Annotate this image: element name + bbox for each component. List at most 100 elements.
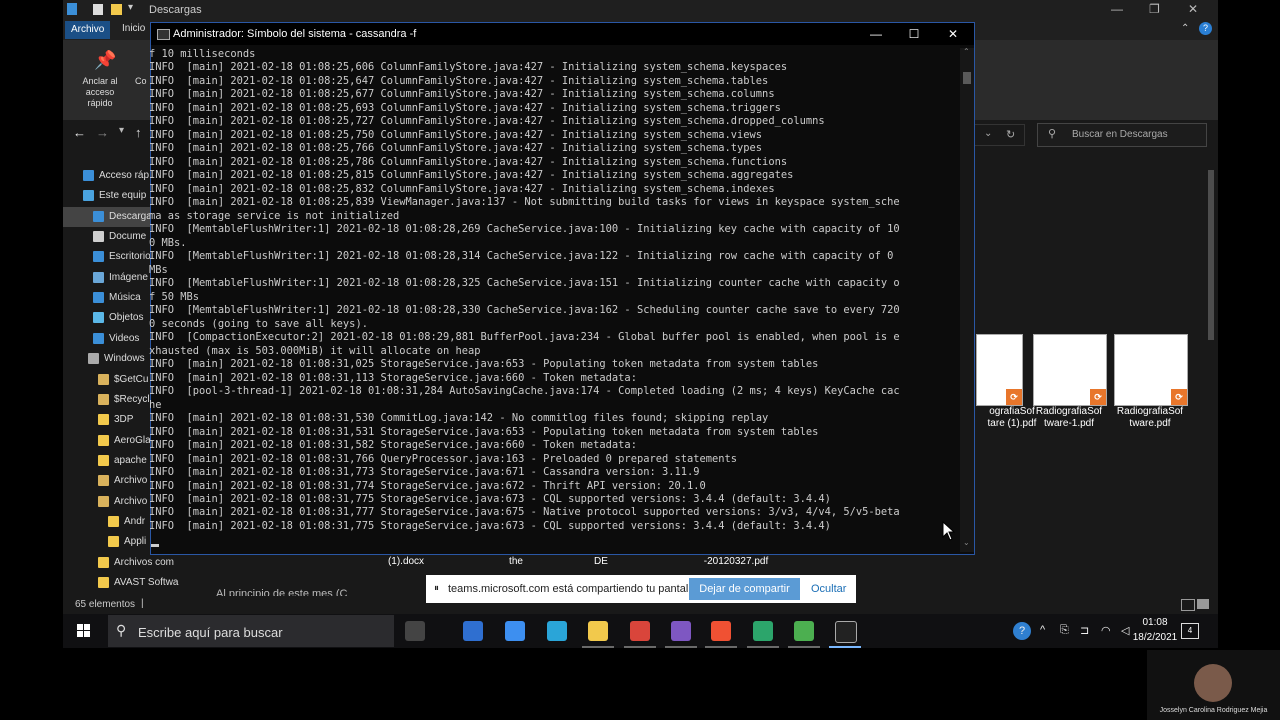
search-icon: ⚲: [116, 622, 127, 638]
pin-label-1: Anclar al: [82, 76, 118, 86]
pdf-thumbnail[interactable]: ⟳: [1033, 334, 1107, 406]
new-folder-icon[interactable]: [111, 4, 122, 15]
copy-partial-label[interactable]: Co: [135, 76, 147, 86]
cmd-title: Administrador: Símbolo del sistema - cas…: [173, 28, 417, 40]
large-icons-view-icon[interactable]: [1197, 599, 1209, 609]
cmd-console[interactable]: f 10 milliseconds INFO [main] 2021-02-18…: [149, 48, 961, 552]
cmd-scrollbar[interactable]: ⌃ ⌄: [960, 47, 974, 552]
tab-archivo[interactable]: Archivo: [65, 21, 111, 39]
properties-icon[interactable]: [93, 4, 103, 15]
cmd-minimize-button[interactable]: —: [857, 24, 895, 44]
scroll-down-icon[interactable]: ⌄: [963, 538, 970, 547]
sidebar-item-label: apache: [114, 454, 147, 466]
forward-icon[interactable]: →: [96, 125, 109, 140]
file-name[interactable]: RadiografiaSof tware.pdf: [1110, 406, 1190, 430]
sidebar-item-label: AeroGla: [114, 434, 151, 446]
sidebar-item-label: Docume: [109, 231, 147, 243]
content-scrollbar[interactable]: [1206, 160, 1218, 590]
music-icon: [93, 292, 104, 304]
folder-icon: [98, 577, 109, 588]
pin-quick-access-button[interactable]: Anclar al acceso rápido: [73, 76, 127, 109]
drive-icon: [88, 353, 99, 365]
pdf-thumbnail[interactable]: ⟳: [1114, 334, 1188, 406]
git-icon[interactable]: [711, 621, 731, 641]
cmd-icon[interactable]: [835, 621, 857, 643]
help-tray-icon[interactable]: ?: [1013, 622, 1031, 640]
dropbox-icon[interactable]: [505, 621, 525, 641]
participant-name: Josselyn Carolina Rodriguez Mejia: [1159, 707, 1268, 714]
notification-count: 4: [1187, 626, 1193, 635]
edge-icon[interactable]: [547, 621, 567, 641]
search-box[interactable]: ⚲ Buscar en Descargas: [1037, 123, 1207, 147]
explorer-close-button[interactable]: ✕: [1188, 2, 1198, 16]
app-icon[interactable]: [794, 621, 814, 641]
cmd-maximize-button[interactable]: ☐: [895, 24, 933, 44]
chevron-down-icon[interactable]: ⌄: [984, 128, 992, 139]
scroll-up-icon[interactable]: ⌃: [963, 47, 970, 56]
show-hidden-icons[interactable]: ^: [1040, 624, 1045, 636]
file-name[interactable]: -20120327.pdf: [686, 556, 786, 568]
explorer-restore-button[interactable]: ❐: [1149, 2, 1160, 16]
refresh-icon[interactable]: ↻: [1006, 128, 1015, 141]
running-indicator: [582, 646, 614, 648]
running-indicator: [624, 646, 656, 648]
content-scroll-thumb[interactable]: [1208, 170, 1214, 340]
cmd-title-bar[interactable]: Administrador: Símbolo del sistema - cas…: [151, 23, 974, 45]
pdf-badge-icon: ⟳: [1171, 389, 1187, 405]
cmd-close-button[interactable]: ✕: [934, 24, 972, 44]
taskbar-search-box[interactable]: ⚲ Escribe aquí para buscar: [108, 615, 394, 647]
folder-icon: [98, 495, 109, 507]
command-prompt-window[interactable]: Administrador: Símbolo del sistema - cas…: [149, 22, 975, 555]
collapse-ribbon-icon[interactable]: ⌃: [1181, 23, 1189, 34]
sidebar-item-label: Descarga: [109, 210, 152, 222]
recent-locations-icon[interactable]: ▾: [119, 125, 124, 136]
visual-studio-icon[interactable]: [671, 621, 691, 641]
3d-objects-icon: [93, 312, 104, 324]
help-icon[interactable]: ?: [1199, 22, 1212, 35]
notifications-icon[interactable]: 4: [1181, 623, 1199, 639]
video-icon: [93, 332, 104, 344]
tab-inicio[interactable]: Inicio: [122, 23, 145, 34]
store-icon[interactable]: [463, 621, 483, 641]
sidebar-item-label: Archivo: [114, 475, 148, 487]
sidebar-item[interactable]: AVAST Softwa: [63, 573, 196, 593]
sidebar-item-label: Andr: [124, 515, 146, 527]
folder-icon: [98, 373, 109, 385]
sidebar-item[interactable]: Archivos com: [63, 553, 196, 573]
address-dropdown[interactable]: ⌄ ↻: [973, 124, 1025, 146]
clock-date[interactable]: 18/2/2021: [1130, 632, 1180, 643]
sidebar-item-label: Música: [109, 292, 141, 304]
folder-icon: [98, 454, 109, 466]
download-arrow-icon[interactable]: [67, 3, 77, 15]
file-name[interactable]: DE: [551, 556, 651, 568]
details-view-icon[interactable]: [1181, 599, 1195, 611]
gitkraken-icon[interactable]: [753, 621, 773, 641]
up-icon[interactable]: ↑: [135, 125, 142, 140]
wifi-icon[interactable]: ◠: [1101, 624, 1111, 637]
sidebar-item-label: Archivo: [114, 495, 148, 507]
webcam-tile: Josselyn Carolina Rodriguez Mejia: [1147, 650, 1280, 720]
mouse-pointer-icon: [942, 521, 956, 541]
file-name[interactable]: (1).docx: [356, 556, 456, 568]
cmd-scroll-thumb[interactable]: [963, 72, 971, 84]
language-icon[interactable]: ⊐: [1080, 624, 1089, 637]
customize-qa-icon[interactable]: ▾: [128, 2, 133, 13]
sidebar-item-label: Videos: [109, 332, 140, 344]
start-button[interactable]: [63, 614, 105, 648]
download-icon: [93, 210, 104, 222]
share-message: teams.microsoft.com está compartiendo tu…: [448, 583, 700, 595]
stop-sharing-button[interactable]: Dejar de compartir: [689, 578, 800, 600]
chrome-icon[interactable]: [630, 621, 650, 641]
task-view-icon[interactable]: [405, 621, 425, 641]
clock-time[interactable]: 01:08: [1130, 617, 1180, 628]
network-adapter-icon[interactable]: ⎘: [1060, 624, 1069, 637]
volume-icon[interactable]: ◁: [1121, 624, 1129, 637]
pdf-thumbnail[interactable]: ⟳: [976, 334, 1023, 406]
explorer-minimize-button[interactable]: —: [1111, 2, 1123, 16]
file-explorer-icon[interactable]: [588, 621, 608, 641]
hide-share-bar-link[interactable]: Ocultar: [811, 583, 846, 595]
file-name[interactable]: RadiografiaSof tware-1.pdf: [1029, 406, 1109, 430]
taskbar: ⚲ Escribe aquí para buscar ? ^ ⎘ ⊐ ◠ ◁ 0…: [63, 614, 1218, 648]
back-icon[interactable]: ←: [73, 125, 86, 140]
sidebar-item-label: Escritorio: [109, 251, 151, 263]
